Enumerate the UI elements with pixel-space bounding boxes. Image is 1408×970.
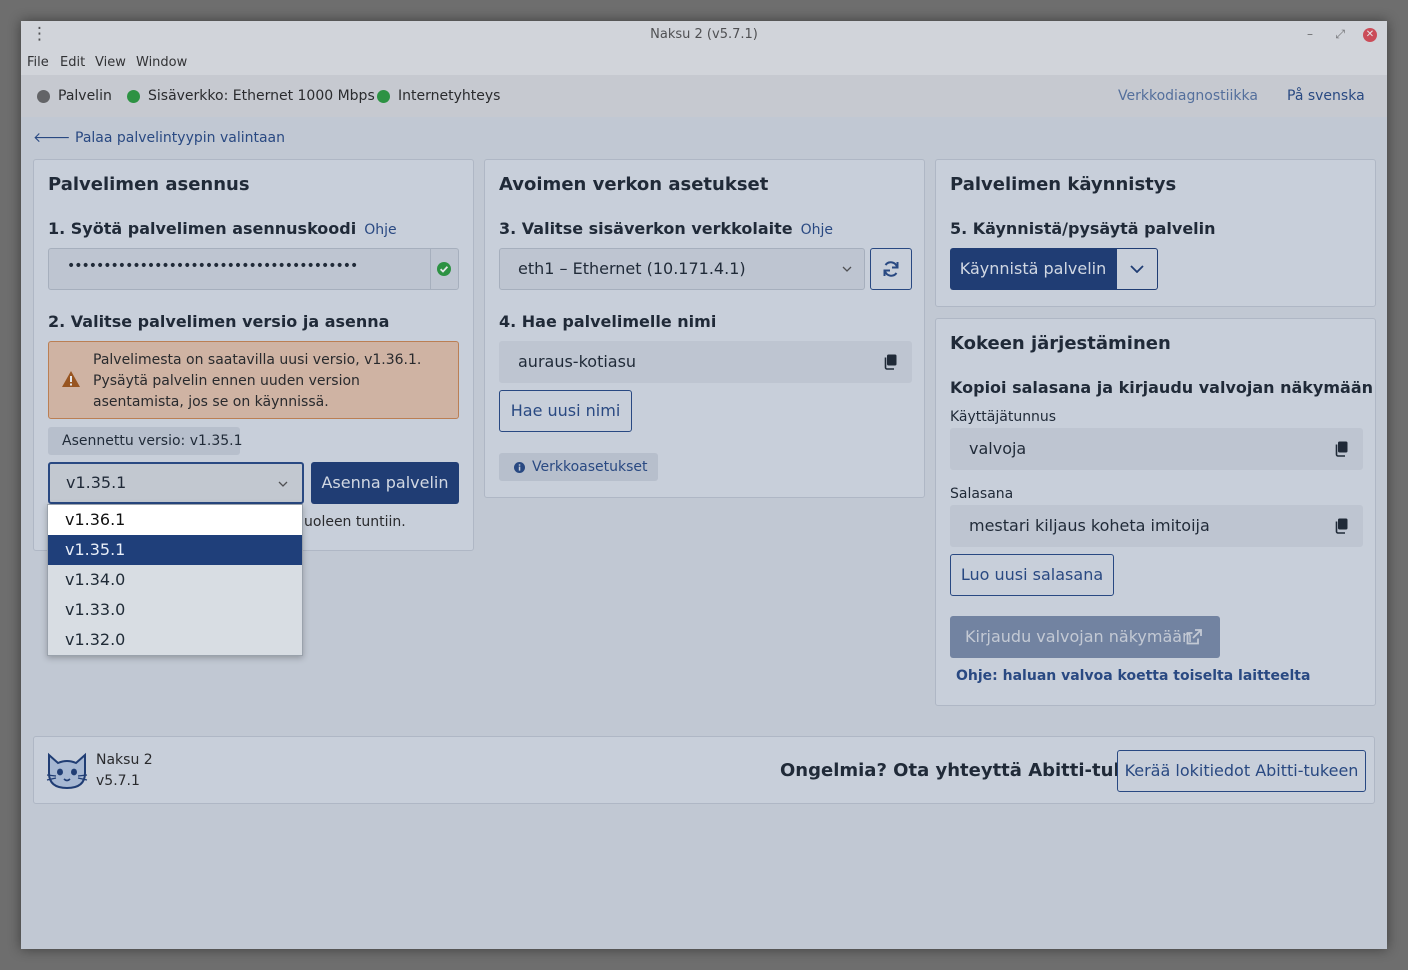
chevron-down-icon — [1130, 265, 1144, 273]
footer: Naksu 2 v5.7.1 Ongelmia? Ota yhteyttä Ab… — [33, 736, 1375, 804]
start-card: Palvelimen käynnistys 5. Käynnistä/pysäy… — [935, 159, 1376, 307]
username-value: valvoja — [969, 439, 1027, 458]
network-settings-label: Verkkoasetukset — [532, 459, 648, 475]
version-option[interactable]: v1.34.0 — [48, 565, 302, 595]
back-link-label: Palaa palvelintyypin valintaan — [75, 130, 285, 146]
server-name-field: auraus-kotiasu — [499, 341, 912, 383]
version-option[interactable]: v1.33.0 — [48, 595, 302, 625]
version-dropdown-list: v1.36.1 v1.35.1 v1.34.0 v1.33.0 v1.32.0 — [47, 504, 303, 656]
chevron-down-icon — [842, 266, 852, 272]
install-card-title: Palvelimen asennus — [48, 174, 250, 195]
back-link[interactable]: 🡐 Palaa palvelintyypin valintaan — [33, 129, 285, 146]
install-server-button[interactable]: Asenna palvelin — [311, 462, 459, 504]
version-option[interactable]: v1.35.1 — [48, 535, 302, 565]
version-option[interactable]: v1.36.1 — [48, 505, 302, 535]
collect-logs-button[interactable]: Kerää lokitiedot Abitti-tukeen — [1117, 750, 1366, 792]
install-code-input[interactable]: •••••••••••••••••••••••••••••••••••••••• — [48, 248, 459, 290]
menu-edit[interactable]: Edit — [60, 55, 85, 70]
menu-bar: File Edit View Window — [21, 49, 1387, 75]
app-window: ⋮ Naksu 2 (v5.7.1) – ⤢ ✕ File Edit View … — [21, 21, 1387, 949]
copy-icon[interactable] — [1334, 441, 1348, 457]
install-hint-text: uoleen tuntiin. — [304, 514, 406, 530]
remote-supervision-help-link[interactable]: Ohje: haluan valvoa koetta toiselta lait… — [956, 668, 1310, 684]
start-options-button[interactable] — [1116, 248, 1158, 290]
server-name-value: auraus-kotiasu — [518, 352, 637, 371]
copy-icon[interactable] — [1334, 518, 1348, 534]
external-link-icon — [1186, 629, 1202, 645]
step1-label-text: 1. Syötä palvelimen asennuskoodi — [48, 219, 357, 238]
menu-window[interactable]: Window — [136, 55, 187, 70]
new-password-button[interactable]: Luo uusi salasana — [950, 554, 1114, 596]
start-card-title: Palvelimen käynnistys — [950, 174, 1177, 195]
menu-view[interactable]: View — [95, 55, 126, 70]
network-card-title: Avoimen verkon asetukset — [499, 174, 769, 195]
username-field: valvoja — [950, 428, 1363, 470]
server-status-dot-icon — [37, 89, 50, 103]
exam-card: Kokeen järjestäminen Kopioi salasana ja … — [935, 318, 1376, 706]
step1-label: 1. Syötä palvelimen asennuskoodi Ohje — [48, 219, 397, 238]
swedish-language-link[interactable]: På svenska — [1287, 88, 1365, 104]
step1-help-link[interactable]: Ohje — [364, 222, 396, 238]
network-device-select[interactable]: eth1 – Ethernet (10.171.4.1) — [499, 248, 865, 290]
step3-label: 3. Valitse sisäverkon verkkolaite Ohje — [499, 219, 833, 238]
server-status: Palvelin — [37, 88, 112, 104]
title-bar: ⋮ Naksu 2 (v5.7.1) – ⤢ ✕ — [21, 21, 1387, 49]
lan-status-dot-icon — [127, 89, 140, 103]
step5-label: 5. Käynnistä/pysäytä palvelin — [950, 219, 1216, 238]
arrow-left-icon: 🡐 — [33, 130, 71, 146]
cat-logo-icon — [46, 752, 88, 790]
lan-status-label: Sisäverkko: Ethernet 1000 Mbps — [148, 88, 375, 104]
internet-status-dot-icon — [377, 89, 390, 103]
password-label: Salasana — [950, 486, 1014, 502]
footer-app-version: v5.7.1 — [96, 773, 140, 789]
status-bar: Palvelin Sisäverkko: Ethernet 1000 Mbps … — [21, 75, 1387, 117]
minimize-icon[interactable]: – — [1307, 27, 1313, 41]
window-title: Naksu 2 (v5.7.1) — [650, 27, 758, 42]
password-value: mestari kiljaus koheta imitoija — [969, 516, 1210, 535]
internet-status-label: Internetyhteys — [398, 88, 501, 104]
installed-version-badge: Asennettu versio: v1.35.1 — [48, 427, 243, 455]
network-card: Avoimen verkon asetukset 3. Valitse sisä… — [484, 159, 925, 498]
chevron-down-icon — [278, 481, 288, 487]
start-server-button[interactable]: Käynnistä palvelin — [950, 248, 1116, 290]
warning-triangle-icon — [62, 371, 80, 387]
password-field: mestari kiljaus koheta imitoija — [950, 505, 1363, 547]
refresh-icon — [883, 261, 899, 277]
info-icon — [514, 462, 525, 473]
version-option[interactable]: v1.32.0 — [48, 625, 302, 655]
support-text: Ongelmia? Ota yhteyttä Abitti-tukeen — [780, 760, 1163, 781]
install-code-value: •••••••••••••••••••••••••••••••••••••••• — [67, 258, 358, 274]
step4-label: 4. Hae palvelimelle nimi — [499, 312, 717, 331]
network-diagnostics-link[interactable]: Verkkodiagnostiikka — [1118, 88, 1258, 104]
copy-icon[interactable] — [883, 354, 897, 370]
server-status-label: Palvelin — [58, 88, 112, 104]
footer-app-name: Naksu 2 — [96, 752, 153, 768]
refresh-devices-button[interactable] — [870, 248, 912, 290]
maximize-icon[interactable]: ⤢ — [1335, 27, 1345, 42]
lan-status: Sisäverkko: Ethernet 1000 Mbps — [127, 88, 375, 104]
menu-file[interactable]: File — [27, 55, 49, 70]
supervisor-login-label: Kirjaudu valvojan näkymään — [965, 627, 1193, 646]
step3-help-link[interactable]: Ohje — [801, 222, 833, 238]
code-valid-indicator — [430, 249, 458, 289]
update-warning: Palvelimesta on saatavilla uusi versio, … — [48, 341, 459, 419]
fetch-new-name-button[interactable]: Hae uusi nimi — [499, 390, 632, 432]
step3-label-text: 3. Valitse sisäverkon verkkolaite — [499, 219, 793, 238]
supervisor-login-button[interactable]: Kirjaudu valvojan näkymään — [950, 616, 1220, 658]
install-card: Palvelimen asennus 1. Syötä palvelimen a… — [33, 159, 474, 551]
update-warning-text: Palvelimesta on saatavilla uusi versio, … — [93, 352, 422, 410]
network-settings-button[interactable]: Verkkoasetukset — [499, 453, 658, 481]
version-select[interactable]: v1.35.1 — [48, 462, 304, 504]
close-icon[interactable]: ✕ — [1363, 28, 1377, 42]
step2-label: 2. Valitse palvelimen versio ja asenna — [48, 312, 390, 331]
network-device-value: eth1 – Ethernet (10.171.4.1) — [518, 259, 746, 278]
exam-card-title: Kokeen järjestäminen — [950, 333, 1171, 354]
internet-status: Internetyhteys — [377, 88, 500, 104]
version-select-value: v1.35.1 — [66, 473, 127, 492]
check-circle-icon — [437, 262, 451, 276]
username-label: Käyttäjätunnus — [950, 409, 1057, 425]
exam-card-subtitle: Kopioi salasana ja kirjaudu valvojan näk… — [950, 378, 1374, 397]
